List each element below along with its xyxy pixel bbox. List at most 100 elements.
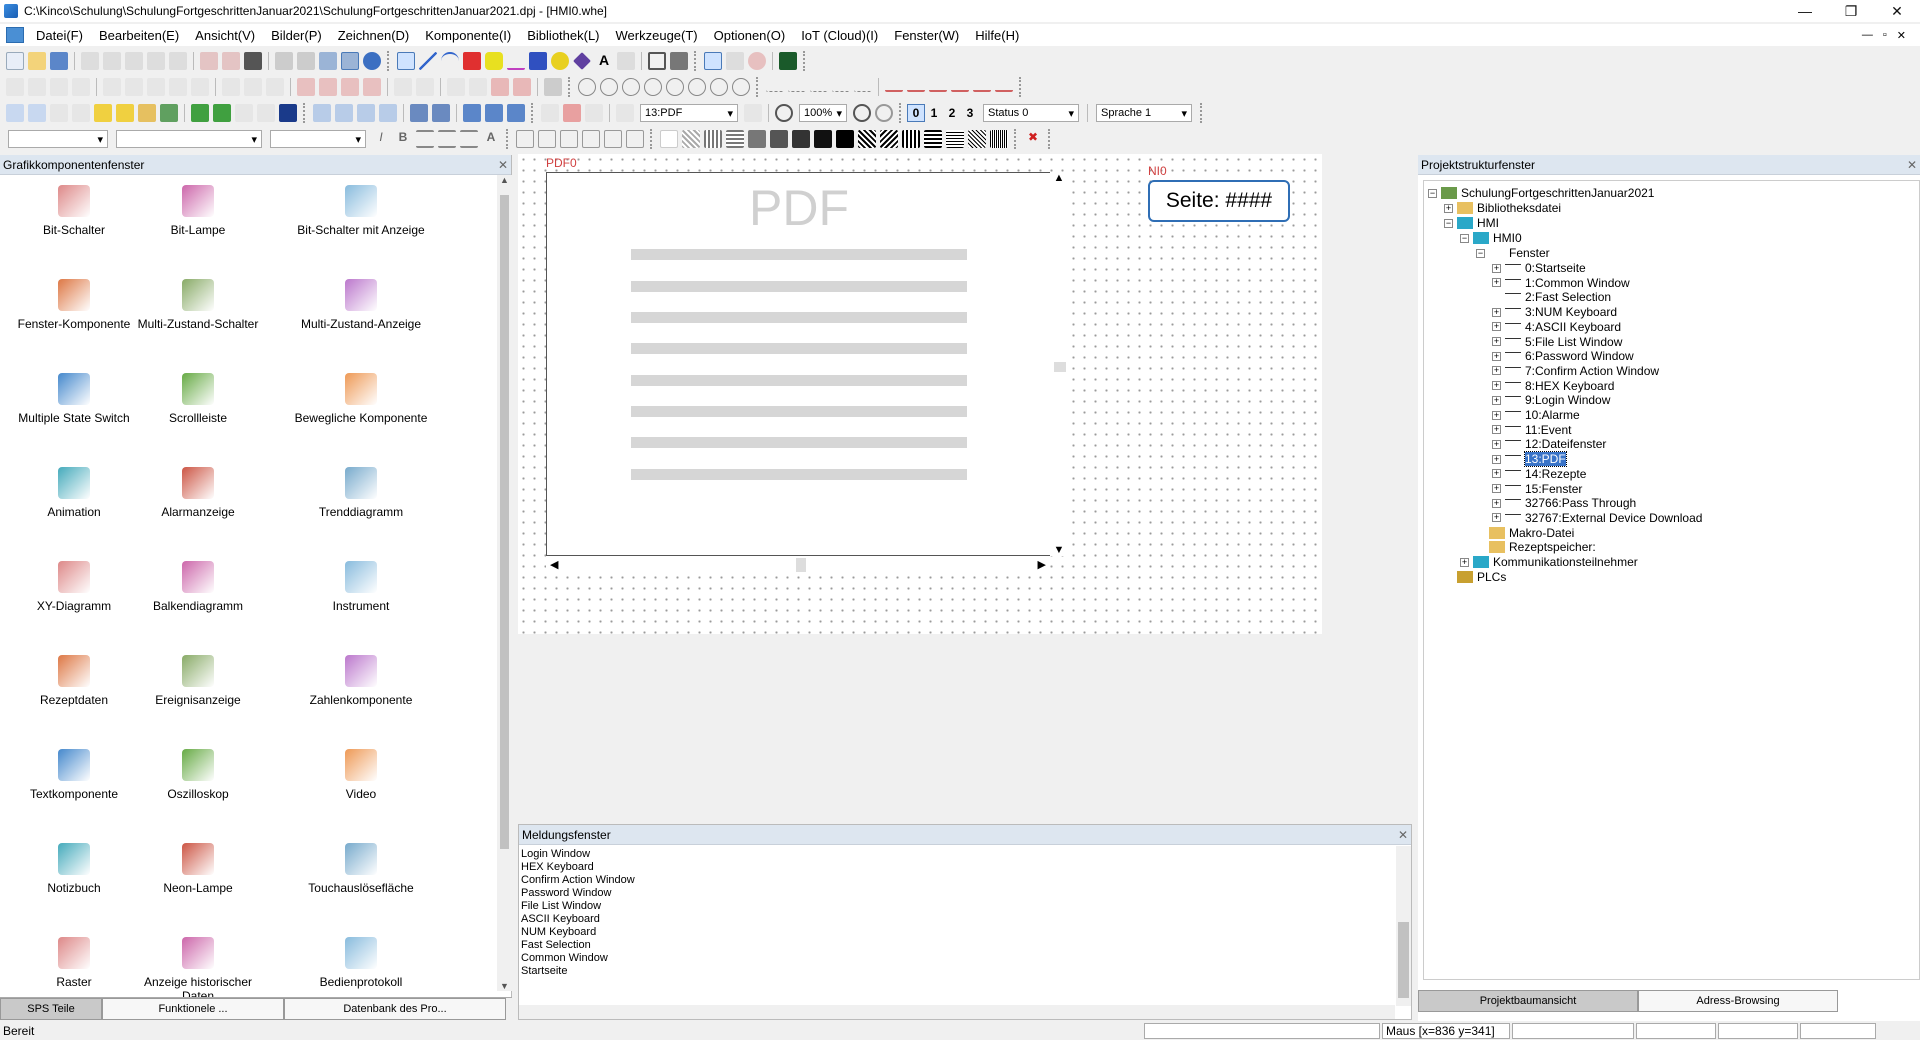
screen-list-icon[interactable] xyxy=(50,104,68,122)
expand-icon[interactable]: + xyxy=(1492,395,1501,405)
screen-next-icon[interactable] xyxy=(335,104,353,122)
order-3-icon[interactable] xyxy=(622,78,640,96)
green-grid-icon[interactable] xyxy=(213,104,231,122)
expand-icon[interactable]: + xyxy=(1492,439,1501,449)
component-item[interactable]: Bit-Schalter xyxy=(12,185,136,237)
window3-icon[interactable] xyxy=(507,104,525,122)
rounded-rect-tool-icon[interactable] xyxy=(485,52,503,70)
zoom-select[interactable]: 100% ▾ xyxy=(799,104,847,122)
line-style-3-icon[interactable] xyxy=(810,82,828,92)
polyline-tool-icon[interactable] xyxy=(507,52,525,70)
expand-icon[interactable]: − xyxy=(1476,248,1485,258)
screen-prev-icon[interactable] xyxy=(313,104,331,122)
text-box-2-icon[interactable] xyxy=(538,130,556,148)
component-item[interactable]: Alarmanzeige xyxy=(136,467,260,519)
component-item[interactable]: Animation xyxy=(12,467,136,519)
snap-icon[interactable] xyxy=(726,52,744,70)
component-item[interactable]: XY-Diagramm xyxy=(12,561,136,613)
component-item[interactable]: Video xyxy=(276,749,446,801)
open-folder-icon[interactable] xyxy=(28,52,46,70)
fill-color-icon[interactable] xyxy=(670,52,688,70)
bold-icon[interactable]: B xyxy=(394,130,412,148)
menu-bibliothek[interactable]: Bibliothek(L) xyxy=(519,28,607,43)
lock-icon[interactable] xyxy=(544,78,562,96)
component-item[interactable]: Multi-Zustand-Schalter xyxy=(136,279,260,331)
find-icon[interactable] xyxy=(244,52,262,70)
state-button-3[interactable]: 3 xyxy=(961,104,979,122)
delete-screen-icon[interactable] xyxy=(563,104,581,122)
font-size-select[interactable]: ▾ xyxy=(270,130,366,148)
camera-icon[interactable] xyxy=(410,104,428,122)
message-hscrollbar[interactable] xyxy=(519,1005,1395,1019)
pattern-8-icon[interactable] xyxy=(836,130,854,148)
close-icon[interactable]: ✕ xyxy=(1395,828,1411,842)
maximize-button[interactable]: ❐ xyxy=(1828,0,1874,22)
expand-icon[interactable]: + xyxy=(1492,351,1501,361)
backward-icon[interactable] xyxy=(363,78,381,96)
component-item[interactable]: Bit-Schalter mit Anzeige xyxy=(276,185,446,237)
scroll-left-icon[interactable]: ◀ xyxy=(550,558,558,571)
new-screen-icon[interactable] xyxy=(6,104,24,122)
pattern-11-icon[interactable] xyxy=(902,130,920,148)
forward-icon[interactable] xyxy=(341,78,359,96)
delete-icon[interactable] xyxy=(169,52,187,70)
zoom-icon[interactable] xyxy=(775,104,793,122)
distribute-v-icon[interactable] xyxy=(169,78,187,96)
folder-small-icon[interactable] xyxy=(138,104,156,122)
component-item[interactable]: Instrument xyxy=(276,561,446,613)
line-style-2-icon[interactable] xyxy=(788,82,806,92)
component-item[interactable]: Multi-Zustand-Anzeige xyxy=(276,279,446,331)
scroll-up-icon[interactable]: ▲ xyxy=(1050,172,1068,184)
expand-icon[interactable]: + xyxy=(1492,498,1501,508)
refresh-icon[interactable] xyxy=(748,52,766,70)
rotate-back-icon[interactable] xyxy=(513,78,531,96)
tab-projektbaumansicht[interactable]: Projektbaumansicht xyxy=(1418,990,1638,1012)
help-icon[interactable] xyxy=(363,52,381,70)
tree-window-item[interactable]: +10:Alarme xyxy=(1492,407,1580,423)
align-center-v-icon[interactable] xyxy=(125,78,143,96)
component-item[interactable]: Anzeige historischer Daten xyxy=(136,937,260,1003)
print-icon[interactable] xyxy=(275,52,293,70)
bring-front-icon[interactable] xyxy=(297,78,315,96)
screen-last-icon[interactable] xyxy=(379,104,397,122)
component-item[interactable]: Trenddiagramm xyxy=(276,467,446,519)
polygon-tool-icon[interactable] xyxy=(529,52,547,70)
tab-funktionele[interactable]: Funktionele ... xyxy=(102,998,284,1020)
scroll-thumb[interactable] xyxy=(796,558,806,572)
state-button-2[interactable]: 2 xyxy=(943,104,961,122)
line-style-4-icon[interactable] xyxy=(832,82,850,92)
terminal-icon[interactable] xyxy=(779,52,797,70)
compile-icon[interactable] xyxy=(319,52,337,70)
screen-settings-icon[interactable] xyxy=(585,104,603,122)
arrow-left-icon[interactable] xyxy=(885,82,903,92)
tree-window-item[interactable]: +11:Event xyxy=(1492,422,1571,438)
arrow-both-icon[interactable] xyxy=(929,82,947,92)
tree-recipe[interactable]: Rezeptspeicher: xyxy=(1476,539,1596,555)
scroll-down-icon[interactable]: ▼ xyxy=(1050,544,1068,556)
expand-icon[interactable]: − xyxy=(1444,218,1453,228)
screen-copy-icon[interactable] xyxy=(72,104,90,122)
document-icon[interactable] xyxy=(6,27,24,43)
tree-macro[interactable]: Makro-Datei xyxy=(1476,525,1574,541)
new-file-icon[interactable] xyxy=(6,52,24,70)
text-align-left-icon[interactable] xyxy=(416,130,434,148)
add-screen-icon[interactable] xyxy=(541,104,559,122)
child-close-button[interactable]: ✕ xyxy=(1897,29,1906,42)
tree-plcs[interactable]: PLCs xyxy=(1444,569,1506,585)
scroll-right-icon[interactable]: ▶ xyxy=(1038,558,1046,571)
send-back-icon[interactable] xyxy=(319,78,337,96)
tree-window-item[interactable]: +14:Rezepte xyxy=(1492,466,1586,482)
tree-window-item[interactable]: +6:Password Window xyxy=(1492,348,1634,364)
arc-tool-icon[interactable] xyxy=(441,52,459,70)
same-width-icon[interactable] xyxy=(222,78,240,96)
expand-icon[interactable]: + xyxy=(1492,425,1501,435)
component-item[interactable]: Neon-Lampe xyxy=(136,843,260,895)
expand-icon[interactable]: − xyxy=(1428,188,1437,198)
rotate-icon[interactable] xyxy=(491,78,509,96)
expand-icon[interactable]: + xyxy=(1492,513,1501,523)
expand-icon[interactable]: + xyxy=(1460,557,1469,567)
pdf-component[interactable]: PDF xyxy=(546,172,1052,556)
screen-select[interactable]: 13:PDF ▾ xyxy=(640,104,738,122)
window2-icon[interactable] xyxy=(485,104,503,122)
zoom-in-icon[interactable] xyxy=(853,104,871,122)
